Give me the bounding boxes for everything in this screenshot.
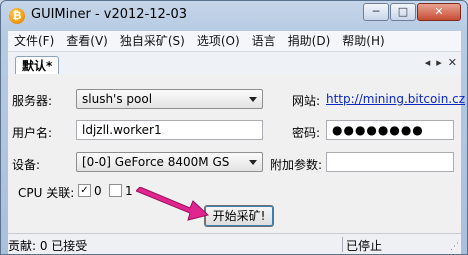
tab-next-icon[interactable]: ▸: [436, 56, 442, 69]
chevron-down-icon: [249, 97, 257, 102]
menu-view[interactable]: 查看(V): [60, 31, 114, 51]
status-state: 已停止: [346, 239, 383, 253]
server-value: slush's pool: [82, 92, 153, 106]
website-link[interactable]: http://mining.bitcoin.cz: [326, 92, 465, 106]
username-label: 用户名:: [12, 126, 53, 140]
device-label: 设备:: [12, 158, 41, 172]
menu-bar: 文件(F) 查看(V) 独自采矿(S) 选项(O) 语言 捐助(D) 帮助(H): [8, 31, 461, 52]
resize-grip-icon[interactable]: ⋰: [450, 242, 459, 252]
menu-solo-mining[interactable]: 独自采矿(S): [114, 31, 191, 51]
menu-donate[interactable]: 捐助(D): [282, 31, 337, 51]
cpu0-label: 0: [94, 184, 102, 198]
menu-language[interactable]: 语言: [246, 31, 282, 51]
extra-params-input[interactable]: [326, 152, 454, 172]
menu-help[interactable]: 帮助(H): [336, 31, 390, 51]
tab-close-icon[interactable]: ✕: [448, 56, 457, 69]
status-bar: 贡献: 0 已接受 已停止 ⋰: [8, 233, 461, 254]
bitcoin-icon: ₿: [9, 8, 25, 24]
cpu1-label: 1: [125, 184, 133, 198]
device-select[interactable]: [0-0] GeForce 8400M GS: [76, 152, 263, 172]
app-window: ₿ GUIMiner - v2012-12-03 ─ □ ✕ 文件(F) 查看(…: [0, 0, 468, 255]
cpu1-checkbox[interactable]: [109, 184, 122, 197]
close-button[interactable]: ✕: [417, 3, 461, 21]
status-shares: 贡献: 0 已接受: [8, 239, 88, 253]
menu-file[interactable]: 文件(F): [8, 31, 60, 51]
server-select[interactable]: slush's pool: [76, 89, 263, 109]
menu-options[interactable]: 选项(O): [191, 31, 246, 51]
minimize-icon: ─: [372, 5, 380, 18]
tab-strip: 默认* ◂ ▸ ✕: [8, 52, 461, 75]
chevron-down-icon: [249, 160, 257, 165]
start-mining-button[interactable]: 开始采矿!: [204, 205, 274, 227]
title-bar[interactable]: ₿ GUIMiner - v2012-12-03 ─ □ ✕: [1, 1, 467, 29]
tab-prev-icon[interactable]: ◂: [425, 56, 431, 69]
tab-default[interactable]: 默认*: [15, 56, 60, 75]
password-label: 密码:: [292, 126, 321, 140]
extra-params-label: 附加参数:: [270, 158, 323, 172]
pointer-arrow-icon: [136, 187, 210, 221]
website-label: 网站:: [292, 94, 321, 108]
cpu-affinity-label: CPU 关联:: [18, 186, 75, 200]
device-value: [0-0] GeForce 8400M GS: [82, 155, 230, 169]
server-label: 服务器:: [12, 94, 53, 108]
username-input[interactable]: ldjzll.worker1: [76, 120, 263, 140]
minimize-button[interactable]: ─: [363, 3, 389, 21]
status-separator: [342, 237, 343, 252]
maximize-icon: □: [397, 5, 409, 18]
close-icon: ✕: [434, 5, 444, 18]
window-title: GUIMiner - v2012-12-03: [31, 7, 188, 22]
maximize-button[interactable]: □: [390, 3, 416, 21]
cpu0-checkbox[interactable]: ✓: [78, 184, 91, 197]
miner-settings-panel: 服务器: slush's pool 网站: http://mining.bitc…: [8, 74, 465, 233]
checkmark-icon: ✓: [80, 185, 89, 196]
password-input[interactable]: ●●●●●●●●: [326, 120, 454, 140]
